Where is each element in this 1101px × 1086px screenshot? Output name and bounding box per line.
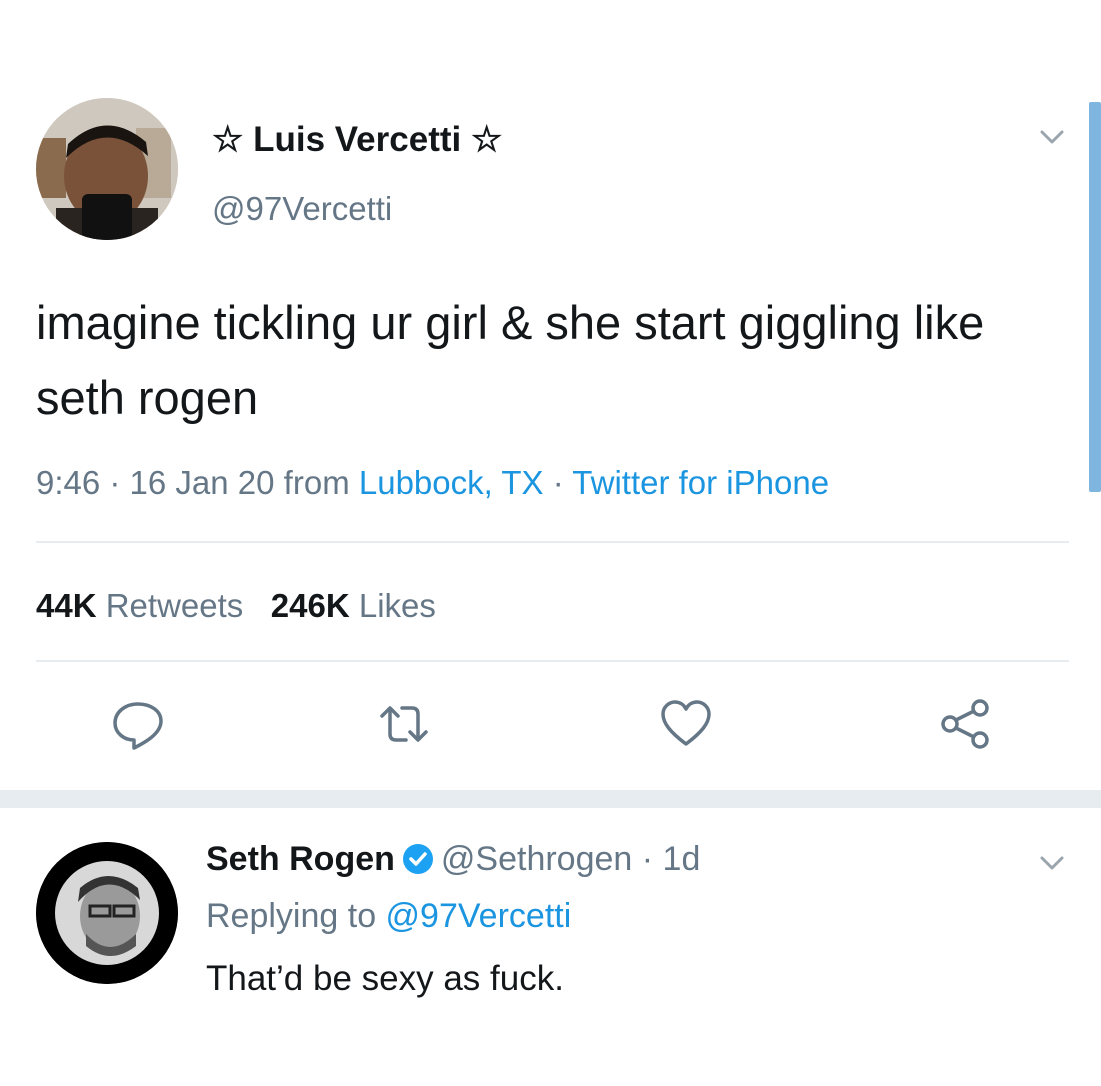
reply-header: Seth Rogen @Sethrogen · 1d <box>206 836 700 882</box>
meta-separator: · <box>543 464 573 501</box>
tweet-stats: 44K Retweets 246K Likes <box>36 584 436 628</box>
retweets-label: Retweets <box>105 587 244 624</box>
retweet-icon[interactable] <box>376 696 432 752</box>
retweets-count: 44K <box>36 587 97 624</box>
divider <box>36 541 1069 543</box>
tweet-time: 9:46 · 16 Jan 20 from <box>36 464 359 501</box>
replying-to: Replying to @97Vercetti <box>206 893 571 939</box>
tweet-source-link[interactable]: Twitter for iPhone <box>572 464 829 501</box>
divider <box>36 660 1069 662</box>
tweet-meta: 9:46 · 16 Jan 20 from Lubbock, TX · Twit… <box>36 461 829 505</box>
author-name[interactable]: ☆ Luis Vercetti ☆ <box>212 118 502 162</box>
verified-badge-icon <box>401 842 435 876</box>
reply-author-name[interactable]: Seth Rogen <box>206 840 395 878</box>
like-icon[interactable] <box>658 696 714 752</box>
section-separator <box>0 790 1101 808</box>
chevron-down-icon[interactable] <box>1030 122 1074 152</box>
likes-count: 246K <box>270 587 350 624</box>
reply-text: That’d be sexy as fuck. <box>206 959 564 998</box>
reply-author-avatar[interactable] <box>36 842 178 984</box>
reply-handle-time[interactable]: @Sethrogen · 1d <box>441 840 700 878</box>
author-avatar[interactable] <box>36 98 178 240</box>
retweets-stat[interactable]: 44K Retweets <box>36 587 243 624</box>
likes-stat[interactable]: 246K Likes <box>271 587 436 624</box>
tweet-location-link[interactable]: Lubbock, TX <box>359 464 544 501</box>
likes-label: Likes <box>358 587 436 624</box>
replying-to-link[interactable]: @97Vercetti <box>386 897 572 935</box>
replying-prefix: Replying to <box>206 897 386 935</box>
tweet-text: imagine tickling ur girl & she start gig… <box>36 296 985 424</box>
share-icon[interactable] <box>938 696 994 752</box>
reply-icon[interactable] <box>110 696 166 752</box>
chevron-down-icon[interactable] <box>1030 848 1074 878</box>
author-handle[interactable]: @97Vercetti <box>212 188 392 230</box>
scrollbar[interactable] <box>1089 102 1101 492</box>
